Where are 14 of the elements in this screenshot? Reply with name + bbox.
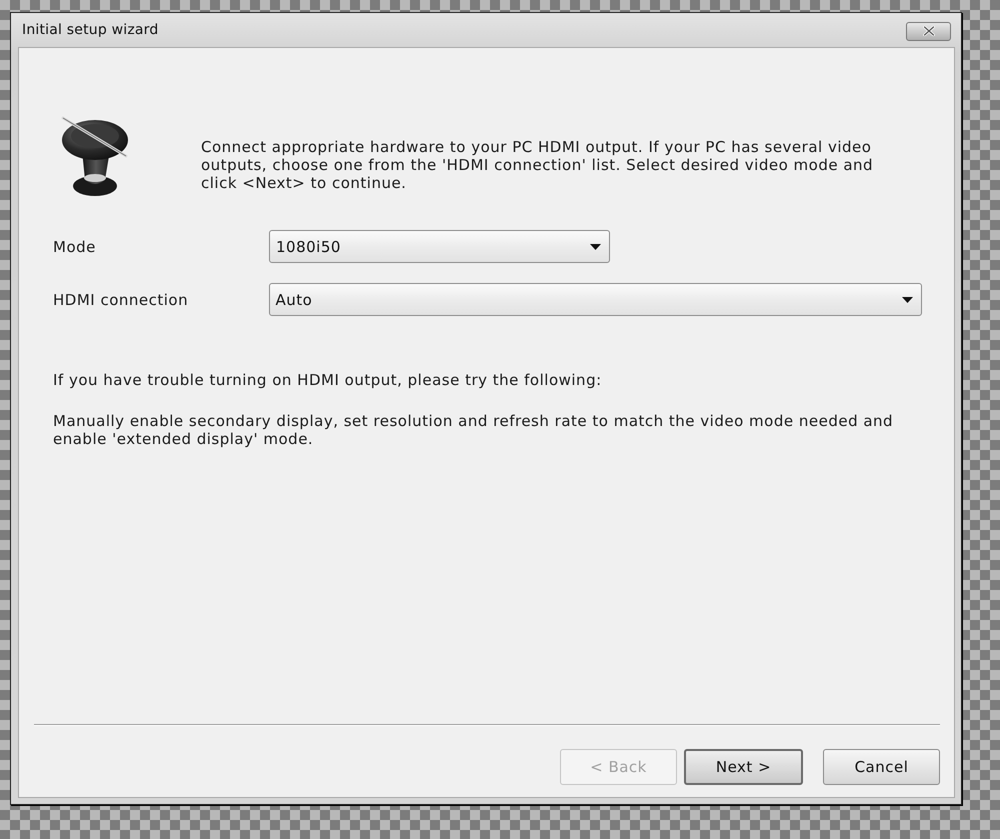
- close-button[interactable]: [906, 22, 951, 40]
- cancel-button[interactable]: Cancel: [823, 749, 940, 785]
- field-label: HDMI connection: [53, 290, 190, 308]
- dropdown[interactable]: 1080i50: [269, 230, 610, 263]
- help-text: Manually enable secondary display, set resolution and refresh rate to match the video mode needed and enable 'extended display' mode.: [53, 412, 894, 448]
- caret-icon: [590, 244, 601, 250]
- help-text: If you have trouble turning on HDMI output, please try the following:: [53, 371, 603, 389]
- next-button[interactable]: Next >: [684, 749, 803, 785]
- field-label: Mode: [53, 238, 97, 256]
- caret-icon: [902, 296, 913, 302]
- close-icon: [922, 26, 934, 36]
- dropdown[interactable]: Auto: [268, 283, 922, 316]
- instruction-text: Connect appropriate hardware to your PC HDMI output. If your PC has several video outputs, choose one from the 'HDMI connection' list. Select desired video mode and click <Next> to continue.: [201, 138, 874, 192]
- window-title: Initial setup wizard: [22, 22, 158, 38]
